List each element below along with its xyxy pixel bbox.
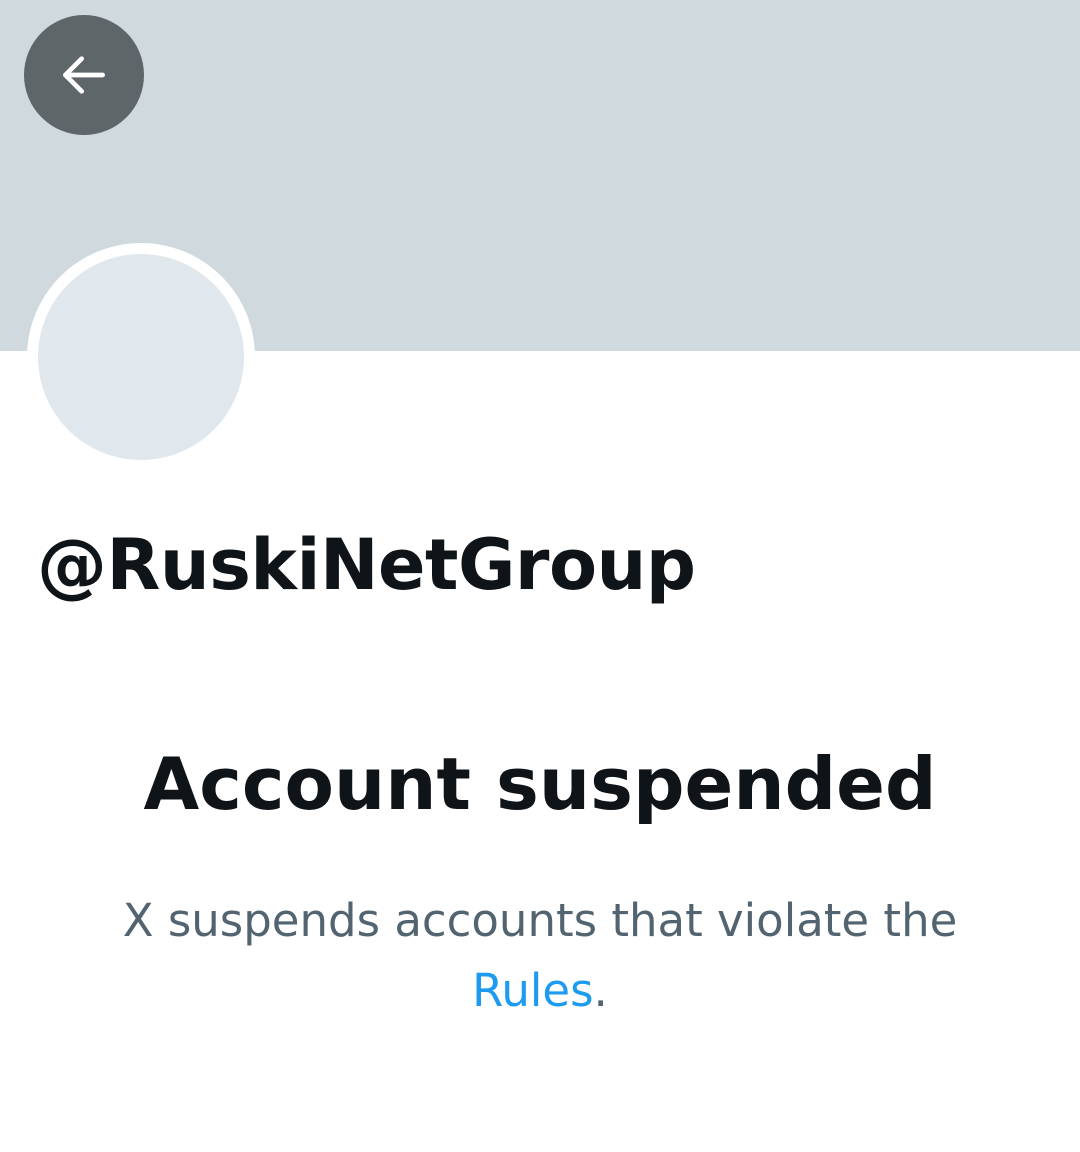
suspension-title: Account suspended (143, 742, 937, 826)
back-button[interactable] (24, 15, 144, 135)
suspension-message-text: X suspends accounts that violate the (122, 894, 958, 947)
avatar-placeholder (38, 254, 244, 460)
arrow-left-icon (56, 47, 112, 103)
profile-page: @RuskiNetGroup Account suspended X suspe… (0, 0, 1080, 1152)
suspension-message: X suspends accounts that violate the Rule… (60, 886, 1020, 1026)
profile-handle: @RuskiNetGroup (37, 524, 696, 606)
avatar (27, 243, 255, 471)
rules-link[interactable]: Rules (472, 964, 593, 1017)
suspension-message-suffix: . (593, 964, 608, 1017)
